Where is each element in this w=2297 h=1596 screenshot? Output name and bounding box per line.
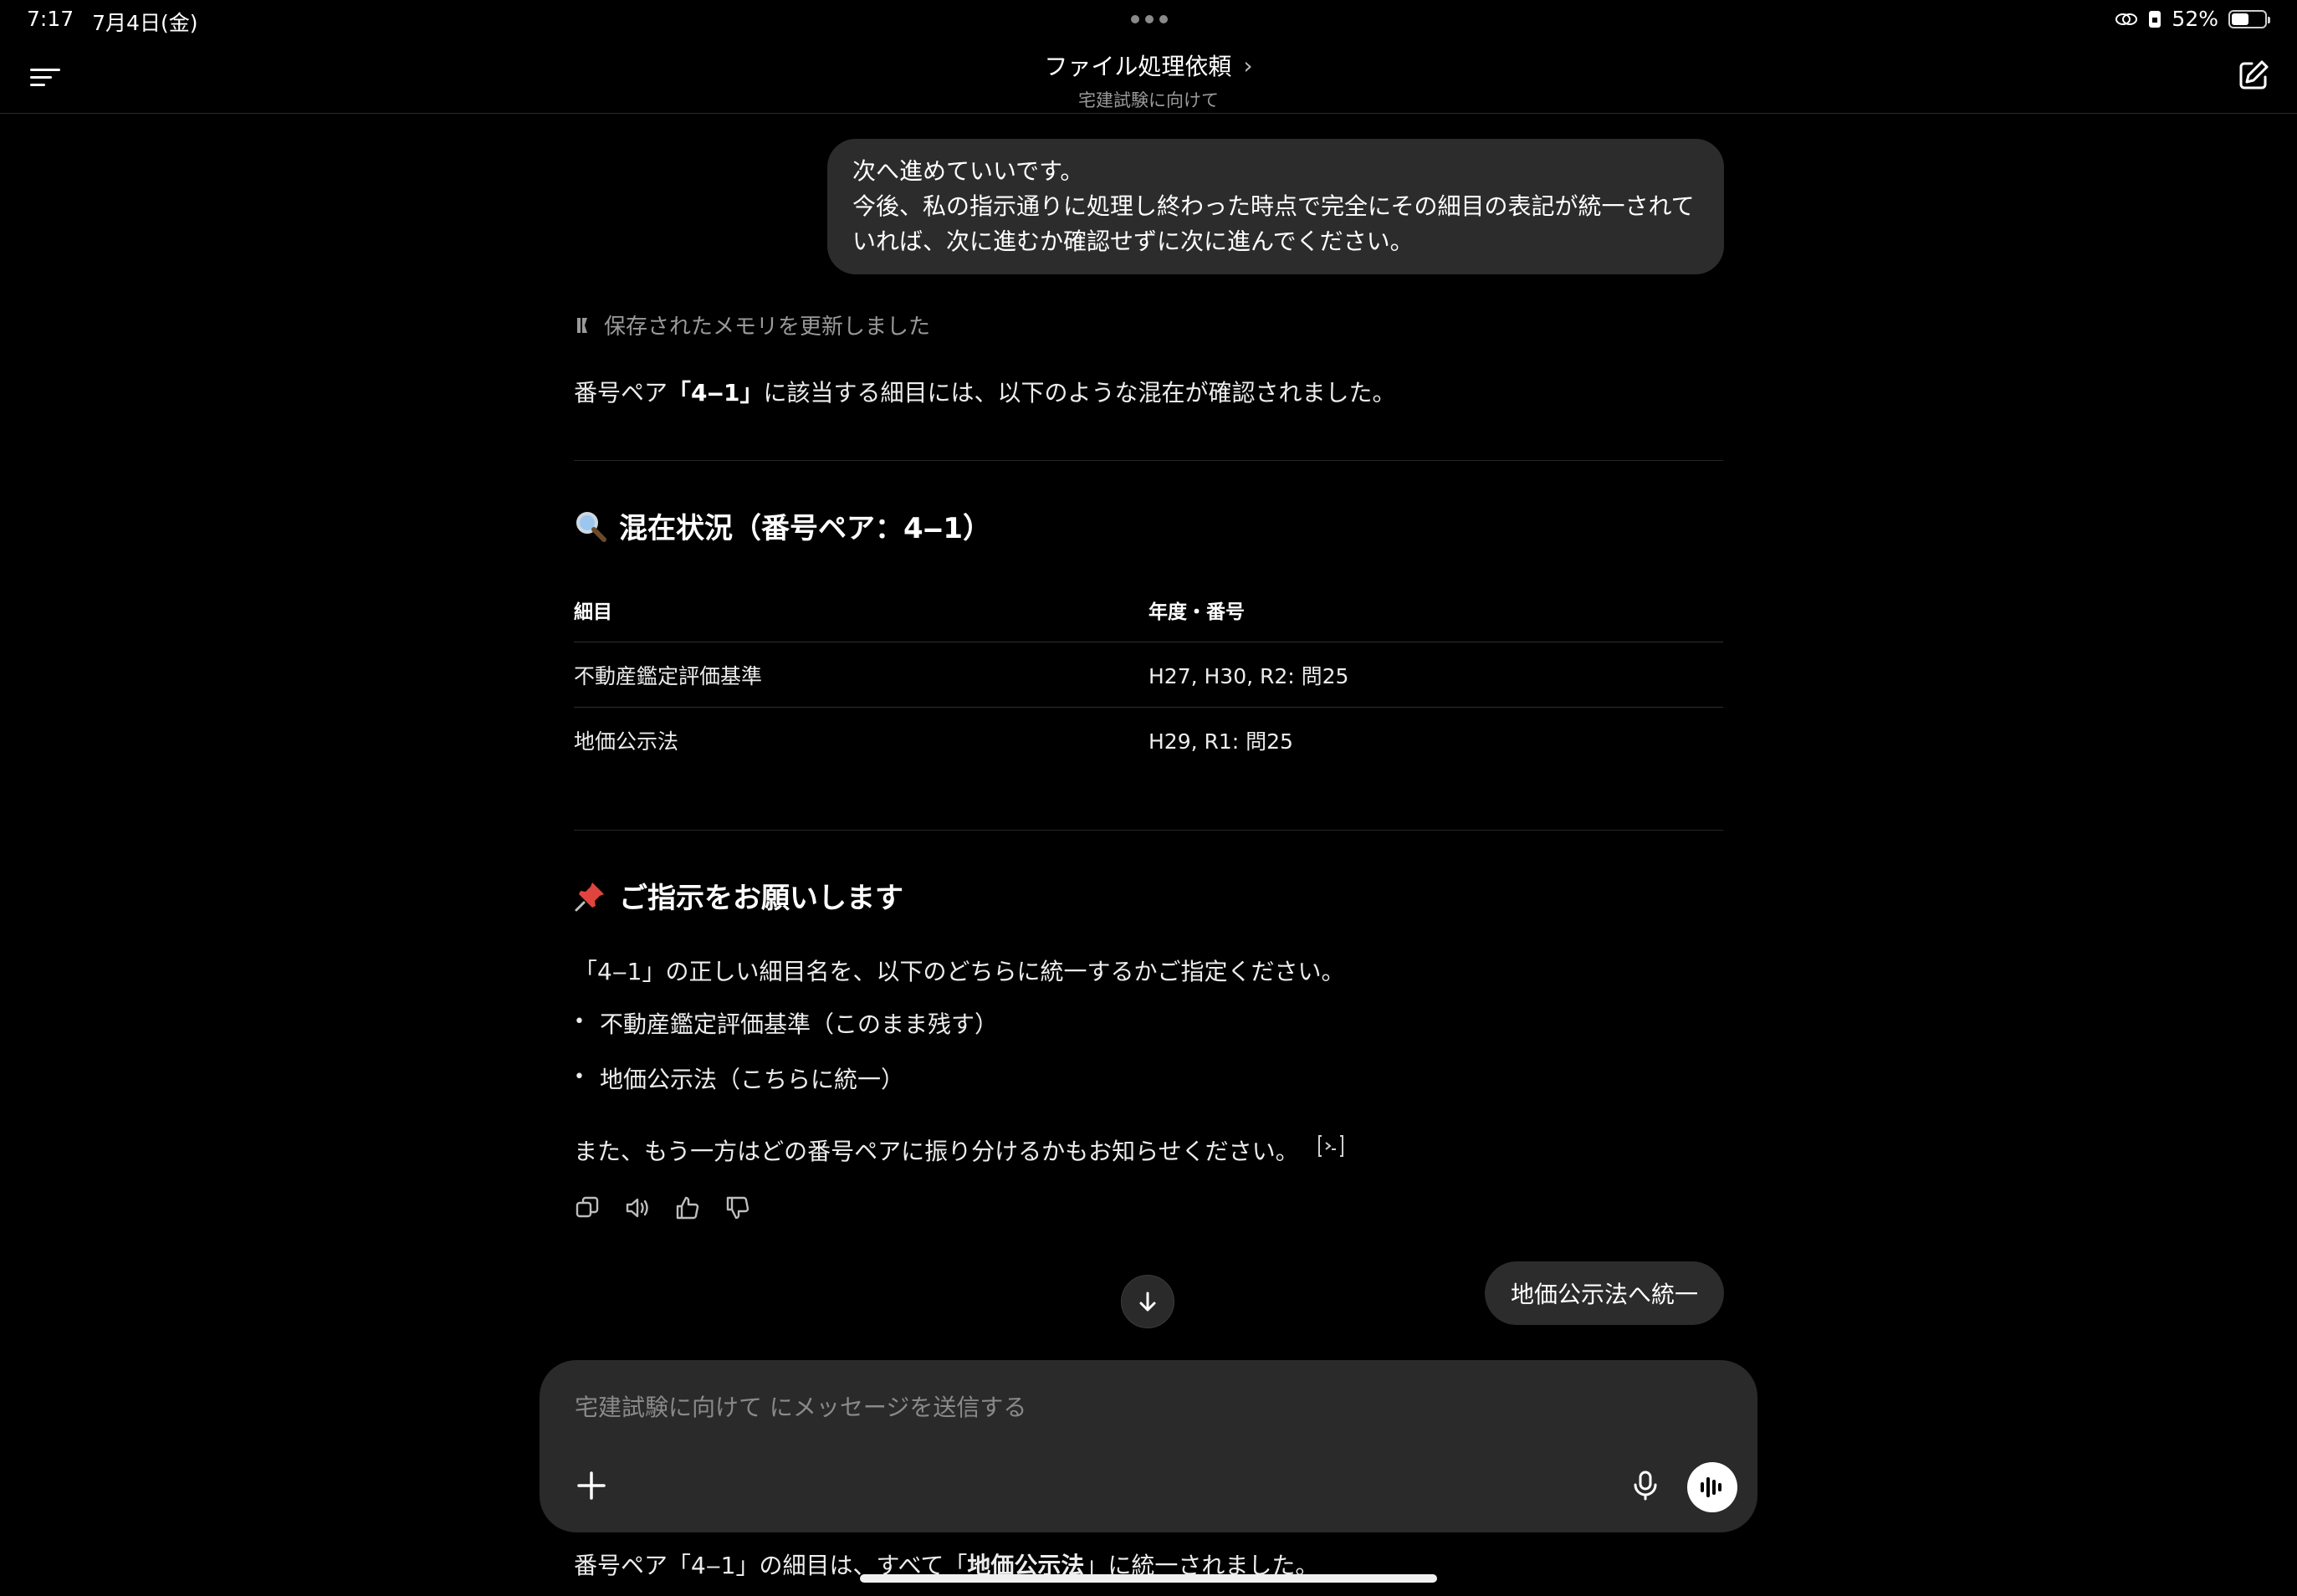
intro-text: 番号ペア <box>574 379 668 407</box>
table-cell: H29, R1: 問25 <box>1148 729 1293 754</box>
table-row: 不動産鑑定評価基準 H27, H30, R2: 問25 <box>574 642 1723 708</box>
microphone-icon[interactable] <box>1629 1469 1662 1502</box>
assistant-intro: 番号ペア「4‒1」に該当する細目には、以下のような混在が確認されました。 <box>574 375 1395 408</box>
message-actions <box>574 1194 751 1221</box>
link-icon <box>2115 13 2138 25</box>
memory-icon <box>577 317 587 333</box>
mixed-status-table: 細目 年度・番号 不動産鑑定評価基準 H27, H30, R2: 問25 地価公… <box>574 577 1723 773</box>
user-message-line: 次へ進めていいです。 <box>852 157 1084 185</box>
table-row: 地価公示法 H29, R1: 問25 <box>574 708 1723 773</box>
conversation-header[interactable]: ファイル処理依頼 › 宅建試験に向けて <box>0 49 2297 112</box>
list-item-text: 地価公示法（こちらに統一） <box>599 1066 904 1093</box>
user-reply-bubble: 地価公示法へ統一 <box>1485 1261 1724 1325</box>
multitasking-dots[interactable] <box>1131 15 1168 23</box>
status-bar: 7:17 7月4日(金) 52% <box>0 0 2297 40</box>
voice-mode-button[interactable] <box>1687 1462 1737 1512</box>
memory-updated-note[interactable]: 保存されたメモリを更新しました <box>574 309 930 340</box>
section-heading-mixed-status: 混在状況（番号ペア：4‒1） <box>574 505 991 546</box>
magnifier-icon <box>576 511 606 542</box>
message-text: 番号ペア「4‒1」の細目は、 <box>574 1552 877 1579</box>
section-heading-instruction: ご指示をお願いします <box>574 875 903 916</box>
divider <box>574 830 1723 831</box>
message-composer <box>540 1360 1757 1532</box>
user-message-line: いれば、次に進むか確認せずに次に進んでください。 <box>852 228 1414 255</box>
status-time: 7:17 <box>27 7 74 31</box>
citation-icon[interactable] <box>1317 1133 1345 1159</box>
chevron-right-icon: › <box>1243 51 1253 79</box>
table-header-row: 細目 年度・番号 <box>574 577 1723 642</box>
followup-sentence: また、もう一方はどの番号ペアに振り分けるかもお知らせください。 <box>574 1138 1299 1165</box>
top-navigation: ファイル処理依頼 › 宅建試験に向けて <box>0 40 2297 114</box>
intro-bold: 「4‒1」 <box>668 379 764 407</box>
section-title: 混在状況（番号ペア：4‒1） <box>619 512 991 545</box>
section-title: ご指示をお願いします <box>619 882 903 915</box>
table-cell: 地価公示法 <box>574 729 679 754</box>
memory-note-text: 保存されたメモリを更新しました <box>604 315 931 340</box>
user-message-line: 今後、私の指示通りに処理し終わった時点で完全にその細目の表記が統一されて <box>852 192 1695 220</box>
table-cell: H27, H30, R2: 問25 <box>1148 663 1349 688</box>
thumbs-up-icon[interactable] <box>674 1194 701 1221</box>
table-cell: 不動産鑑定評価基準 <box>574 663 763 688</box>
pushpin-icon <box>575 882 604 911</box>
home-indicator[interactable] <box>860 1574 1437 1583</box>
list-item-text: 不動産鑑定評価基準（このまま残す） <box>599 1010 998 1038</box>
arrow-down-icon <box>1139 1292 1156 1312</box>
new-chat-icon[interactable] <box>2237 59 2270 92</box>
list-item: • 地価公示法（こちらに統一） <box>574 1061 904 1095</box>
copy-icon[interactable] <box>574 1194 601 1221</box>
message-input[interactable] <box>575 1394 1662 1421</box>
voice-mode-icon <box>1701 1477 1721 1497</box>
intro-text: に該当する細目には、以下のような混在が確認されました。 <box>763 379 1396 407</box>
instruction-text: 「4‒1」の正しい細目名を、以下のどちらに統一するかご指定ください。 <box>574 958 1345 985</box>
project-subtitle: 宅建試験に向けて <box>1078 90 1219 110</box>
scroll-to-bottom-button[interactable] <box>1121 1275 1174 1328</box>
divider <box>574 460 1723 461</box>
read-aloud-icon[interactable] <box>624 1194 651 1221</box>
plus-icon[interactable] <box>575 1469 608 1502</box>
conversation-title[interactable]: ファイル処理依頼 <box>1044 49 1231 82</box>
thumbs-down-icon[interactable] <box>724 1194 751 1221</box>
list-item: • 不動産鑑定評価基準（このまま残す） <box>574 1006 998 1040</box>
user-message-bubble: 次へ進めていいです。 今後、私の指示通りに処理し終わった時点で完全にその細目の表… <box>827 139 1724 274</box>
followup-text: また、もう一方はどの番号ペアに振り分けるかもお知らせください。 <box>574 1133 1345 1167</box>
battery-icon <box>2228 9 2270 28</box>
column-header: 細目 <box>574 601 612 623</box>
column-header: 年度・番号 <box>1148 601 1245 623</box>
lock-rotation-icon <box>2149 10 2161 28</box>
status-date: 7月4日(金) <box>92 11 198 35</box>
battery-percent: 52% <box>2172 7 2218 31</box>
